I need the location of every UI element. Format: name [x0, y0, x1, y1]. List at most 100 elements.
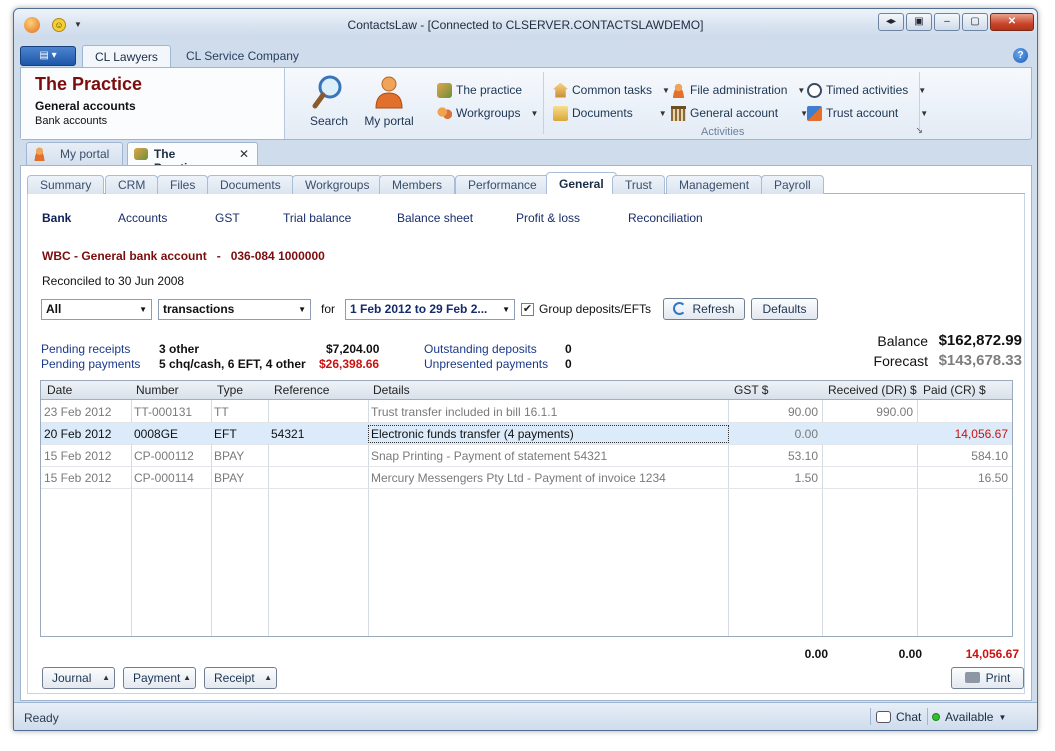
close-tab-icon[interactable]: ✕ — [239, 147, 249, 161]
minimize-button[interactable]: – — [934, 13, 960, 31]
link-balance-sheet[interactable]: Balance sheet — [397, 211, 473, 225]
scope-select[interactable]: All ▼ — [41, 299, 152, 320]
availability-label: Available — [945, 710, 994, 724]
tab-general[interactable]: General — [546, 172, 617, 195]
pending-receipts-label[interactable]: Pending receipts — [41, 342, 130, 356]
pending-payments-label[interactable]: Pending payments — [41, 357, 140, 371]
help-icon[interactable]: ? — [1013, 48, 1028, 63]
print-label: Print — [985, 671, 1011, 685]
table-row[interactable]: 15 Feb 2012 CP-000114 BPAY Mercury Messe… — [41, 467, 1012, 489]
column-header-gst[interactable]: GST $ — [734, 383, 768, 397]
column-header-details[interactable]: Details — [373, 383, 410, 397]
column-header-date[interactable]: Date — [47, 383, 72, 397]
tab-summary[interactable]: Summary — [27, 175, 105, 195]
timed-activities-label: Timed activities — [826, 83, 909, 97]
tab-documents[interactable]: Documents — [207, 175, 294, 195]
group-deposits-checkbox[interactable]: ✔ Group deposits/EFTs — [521, 302, 651, 316]
cell-gst: 90.00 — [787, 405, 818, 419]
cell-date: 15 Feb 2012 — [44, 471, 112, 485]
cell-number: TT-000131 — [134, 405, 193, 419]
column-header-paid[interactable]: Paid (CR) $ — [923, 383, 986, 397]
refresh-button[interactable]: Refresh — [663, 298, 745, 320]
tab-crm[interactable]: CRM — [105, 175, 159, 195]
doc-tab-my-portal[interactable]: My portal — [26, 142, 123, 165]
tab-trust[interactable]: Trust — [612, 175, 665, 195]
forecast-label: Forecast — [873, 353, 928, 369]
the-practice-button[interactable]: The practice — [437, 80, 522, 100]
chevron-down-icon: ▼ — [530, 108, 539, 118]
tab-members[interactable]: Members — [379, 175, 456, 195]
outstanding-deposits-label[interactable]: Outstanding deposits — [424, 342, 537, 356]
documents-button[interactable]: Documents ▼ — [553, 103, 667, 123]
refresh-label: Refresh — [692, 302, 735, 316]
general-account-button[interactable]: General account ▼ — [671, 103, 808, 123]
file-administration-label: File administration — [690, 83, 788, 97]
tab-workgroups[interactable]: Workgroups — [292, 175, 383, 195]
tab-files[interactable]: Files — [157, 175, 209, 195]
checkmark-icon[interactable]: ✔ — [521, 302, 534, 316]
journal-label: Journal — [52, 671, 92, 685]
tab-management[interactable]: Management — [666, 175, 763, 195]
group-deposits-label: Group deposits/EFTs — [539, 302, 652, 316]
reconciled-date: Reconciled to 30 Jun 2008 — [42, 274, 185, 288]
defaults-button[interactable]: Defaults — [751, 298, 818, 320]
column-header-received[interactable]: Received (DR) $ — [828, 383, 917, 397]
tab-performance[interactable]: Performance — [455, 175, 550, 195]
link-reconciliation[interactable]: Reconciliation — [628, 211, 703, 225]
doc-tab-the-practice[interactable]: The Practice ✕ — [127, 142, 258, 175]
clock-icon — [807, 82, 822, 98]
table-row[interactable]: 15 Feb 2012 CP-000112 BPAY Snap Printing… — [41, 445, 1012, 467]
for-label: for — [321, 302, 336, 316]
cell-type: BPAY — [214, 449, 245, 463]
restore-layout-button[interactable]: ◂▸ — [878, 13, 904, 31]
table-row[interactable]: 23 Feb 2012 TT-000131 TT Trust transfer … — [41, 401, 1012, 423]
cell-number: CP-000112 — [134, 449, 194, 463]
link-bank[interactable]: Bank — [42, 211, 71, 225]
pending-payments-count: 5 chq/cash, 6 EFT, 4 other — [159, 357, 306, 371]
activities-group-label: Activities — [701, 126, 745, 138]
dialog-launcher-icon[interactable]: ↘ — [915, 125, 923, 136]
document-tab-bar: My portal The Practice ✕ — [20, 141, 1032, 175]
close-button[interactable]: ✕ — [990, 13, 1034, 31]
column-header-reference[interactable]: Reference — [274, 383, 329, 397]
link-accounts[interactable]: Accounts — [118, 211, 167, 225]
ribbon-tab-cl-service-company[interactable]: CL Service Company — [174, 45, 311, 68]
file-administration-button[interactable]: File administration ▼ — [671, 80, 805, 100]
home-icon — [553, 82, 568, 98]
cell-type: EFT — [214, 427, 237, 441]
timed-activities-button[interactable]: Timed activities ▼ — [807, 80, 926, 100]
workgroups-button[interactable]: Workgroups ▼ — [437, 103, 538, 123]
column-header-type[interactable]: Type — [217, 383, 243, 397]
trust-account-button[interactable]: Trust account ▼ — [807, 103, 928, 123]
link-gst[interactable]: GST — [215, 211, 240, 225]
search-button[interactable]: Search — [299, 72, 359, 134]
table-row-selected[interactable]: 20 Feb 2012 0008GE EFT 54321 Electronic … — [41, 423, 1012, 445]
ribbon: The Practice General accounts Bank accou… — [20, 67, 1032, 140]
column-header-number[interactable]: Number — [136, 383, 179, 397]
app-window: ☺ ▼ ContactsLaw - [Connected to CLSERVER… — [13, 8, 1038, 731]
kind-select[interactable]: transactions ▼ — [158, 299, 311, 320]
app-menu-button[interactable]: ▤ ▾ — [20, 46, 76, 66]
my-portal-button[interactable]: My portal — [359, 72, 419, 134]
receipt-button[interactable]: Receipt ▲ — [204, 667, 277, 689]
snap-button[interactable]: ▣ — [906, 13, 932, 31]
tab-payroll[interactable]: Payroll — [761, 175, 824, 195]
journal-button[interactable]: Journal ▲ — [42, 667, 115, 689]
link-profit-loss[interactable]: Profit & loss — [516, 211, 580, 225]
payment-button[interactable]: Payment ▲ — [123, 667, 196, 689]
print-button[interactable]: Print — [951, 667, 1024, 689]
availability-selector[interactable]: Available ▼ — [932, 710, 1006, 724]
date-range-select[interactable]: 1 Feb 2012 to 29 Feb 2... ▼ — [345, 299, 515, 320]
balance-label: Balance — [877, 333, 928, 349]
context-panel: The Practice General accounts Bank accou… — [21, 68, 285, 139]
link-trial-balance[interactable]: Trial balance — [283, 211, 351, 225]
unpresented-payments-label[interactable]: Unpresented payments — [424, 357, 548, 371]
chat-label: Chat — [896, 710, 922, 724]
maximize-button[interactable]: ▢ — [962, 13, 988, 31]
cell-details: Trust transfer included in bill 16.1.1 — [371, 405, 558, 419]
common-tasks-button[interactable]: Common tasks ▼ — [553, 80, 670, 100]
ribbon-tab-cl-lawyers[interactable]: CL Lawyers — [82, 45, 171, 68]
chat-button[interactable]: Chat — [876, 710, 921, 724]
user-portal-icon — [33, 147, 46, 161]
ribbon-separator — [543, 72, 544, 134]
